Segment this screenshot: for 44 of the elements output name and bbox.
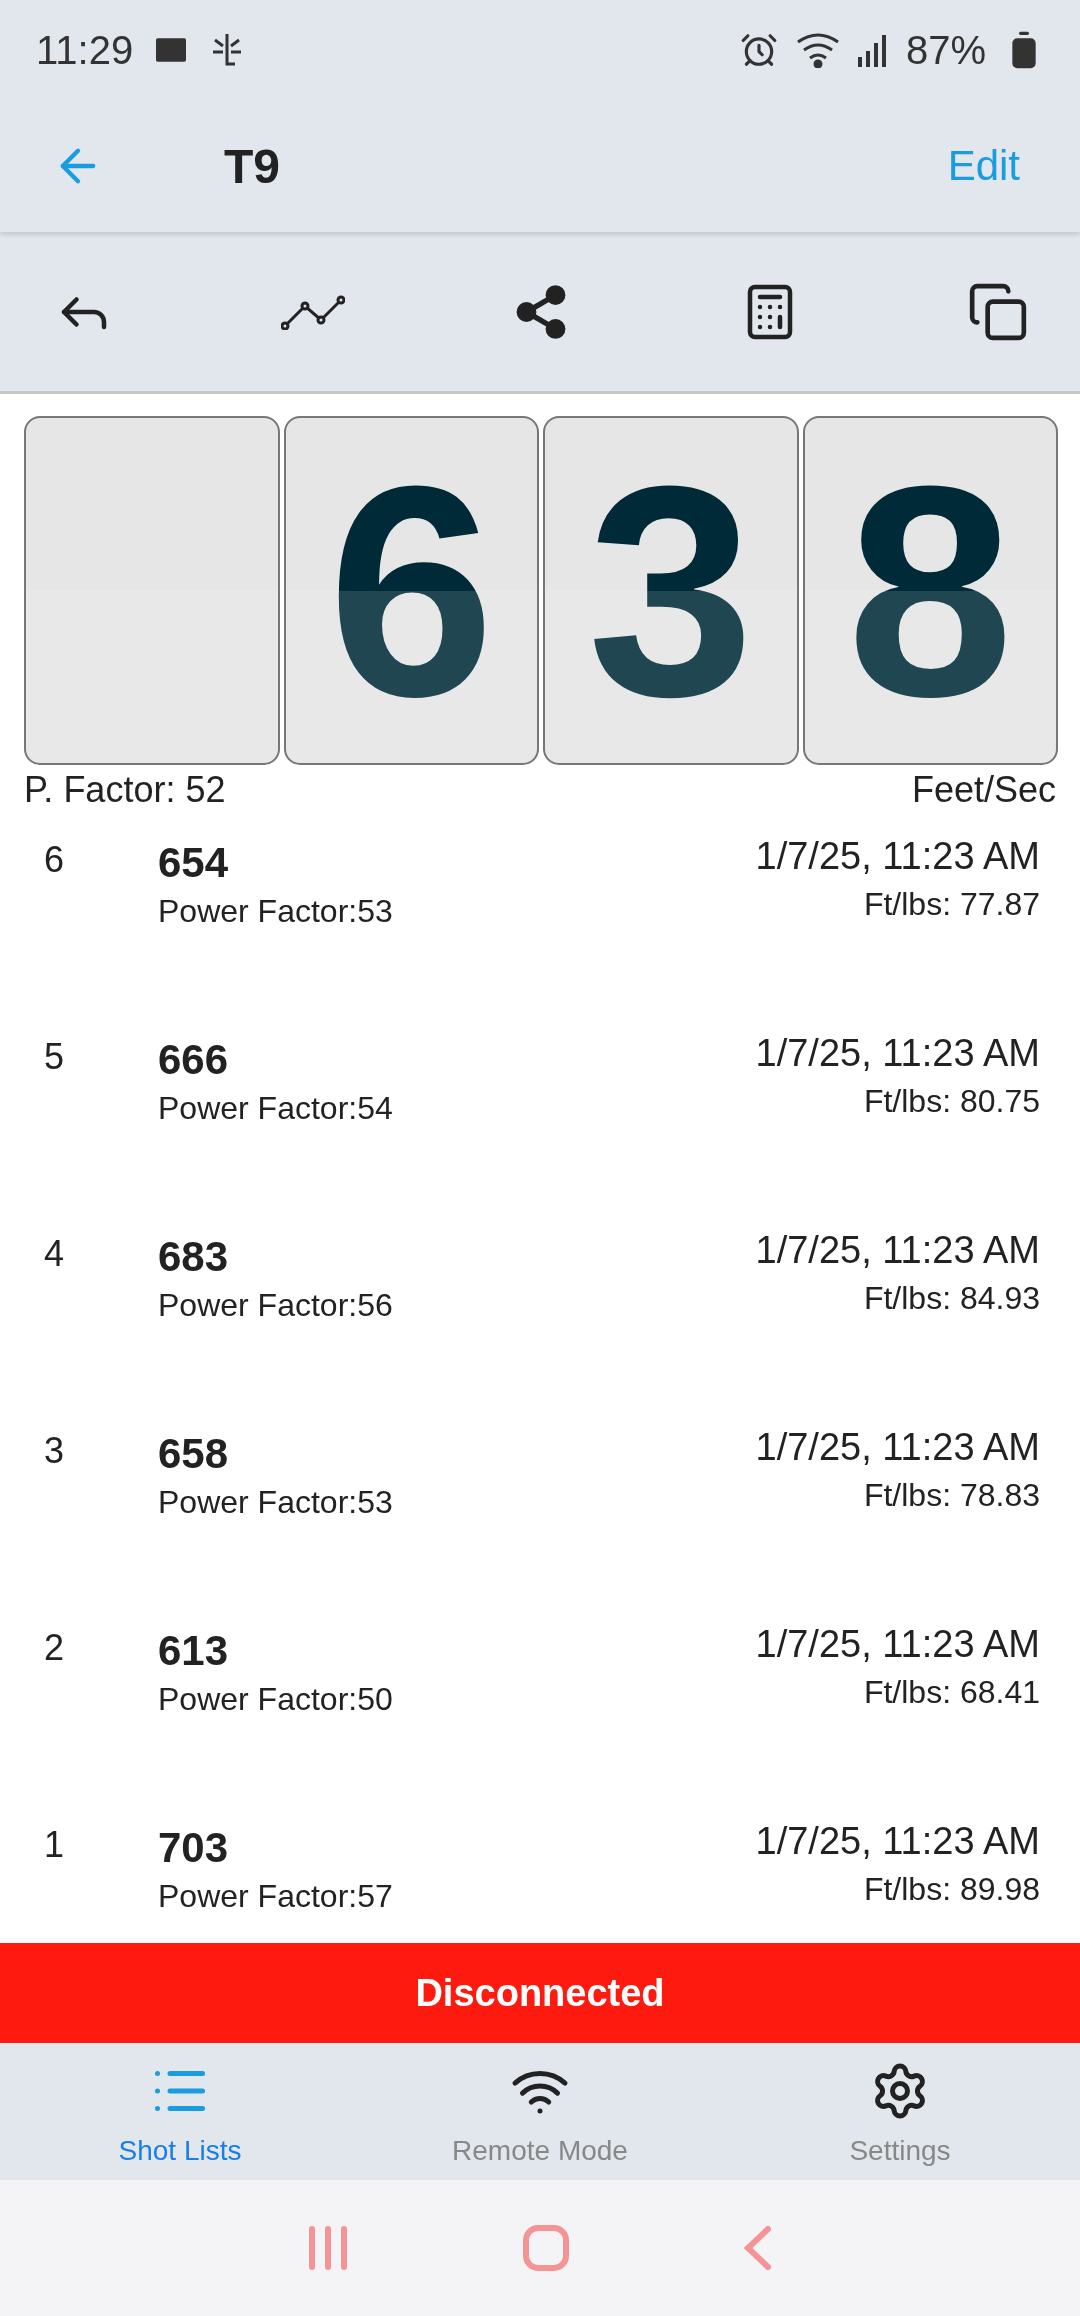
shot-number: 3 [44,1430,66,1472]
shot-time: 1/7/25, 11:23 AM [755,1032,1040,1075]
shot-time: 1/7/25, 11:23 AM [755,835,1040,878]
shot-velocity: 666 [158,1036,230,1084]
shot-energy: Ft/lbs: 89.98 [863,1871,1040,1908]
shot-power-factor: Power Factor:57 [158,1878,393,1915]
shot-energy: Ft/lbs: 78.83 [863,1477,1040,1514]
line-chart-icon [280,293,345,330]
shot-time: 1/7/25, 11:23 AM [755,1820,1040,1863]
shot-time: 1/7/25, 11:23 AM [755,1229,1040,1272]
shot-power-factor: Power Factor:56 [158,1287,393,1324]
wifi-signal-icon [795,32,840,68]
shot-time: 1/7/25, 11:23 AM [755,1426,1040,1469]
screen-title: T9 [224,138,280,194]
shot-velocity: 654 [158,839,230,887]
shot-power-factor: Power Factor:53 [158,893,393,930]
battery-percent: 87% [905,27,986,73]
shot-energy: Ft/lbs: 80.75 [863,1083,1040,1120]
shot-number: 4 [44,1233,66,1275]
connection-banner: Disconnected [0,1943,1080,2043]
power-factor-label: P. Factor: 52 [24,769,226,811]
shot-number: 2 [44,1627,66,1669]
nav-tab[interactable]: Remote Mode [360,2043,720,2180]
nav-tab[interactable]: Settings [720,2043,1080,2180]
status-time: 11:29 [36,27,134,73]
unit-label: Feet/Sec [911,769,1056,811]
edit-button[interactable]: Edit [947,142,1020,190]
shot-time: 1/7/25, 11:23 AM [755,1623,1040,1666]
alarm-icon [739,31,778,69]
shot-velocity: 703 [158,1824,230,1872]
shot-velocity: 683 [158,1233,230,1281]
shot-number: 1 [44,1824,66,1866]
nav-tab[interactable]: Shot Lists [0,2043,360,2180]
shot-energy: Ft/lbs: 84.93 [863,1280,1040,1317]
shot-number: 5 [44,1036,66,1078]
shot-energy: Ft/lbs: 77.87 [863,886,1040,923]
shot-power-factor: Power Factor:54 [158,1090,393,1127]
shot-energy: Ft/lbs: 68.41 [863,1674,1040,1711]
shot-power-factor: Power Factor:53 [158,1484,393,1521]
shot-number: 6 [44,839,66,881]
shot-power-factor: Power Factor:50 [158,1681,393,1718]
cell-signal-icon [857,33,888,67]
shot-velocity: 613 [158,1627,230,1675]
shot-velocity: 658 [158,1430,230,1478]
